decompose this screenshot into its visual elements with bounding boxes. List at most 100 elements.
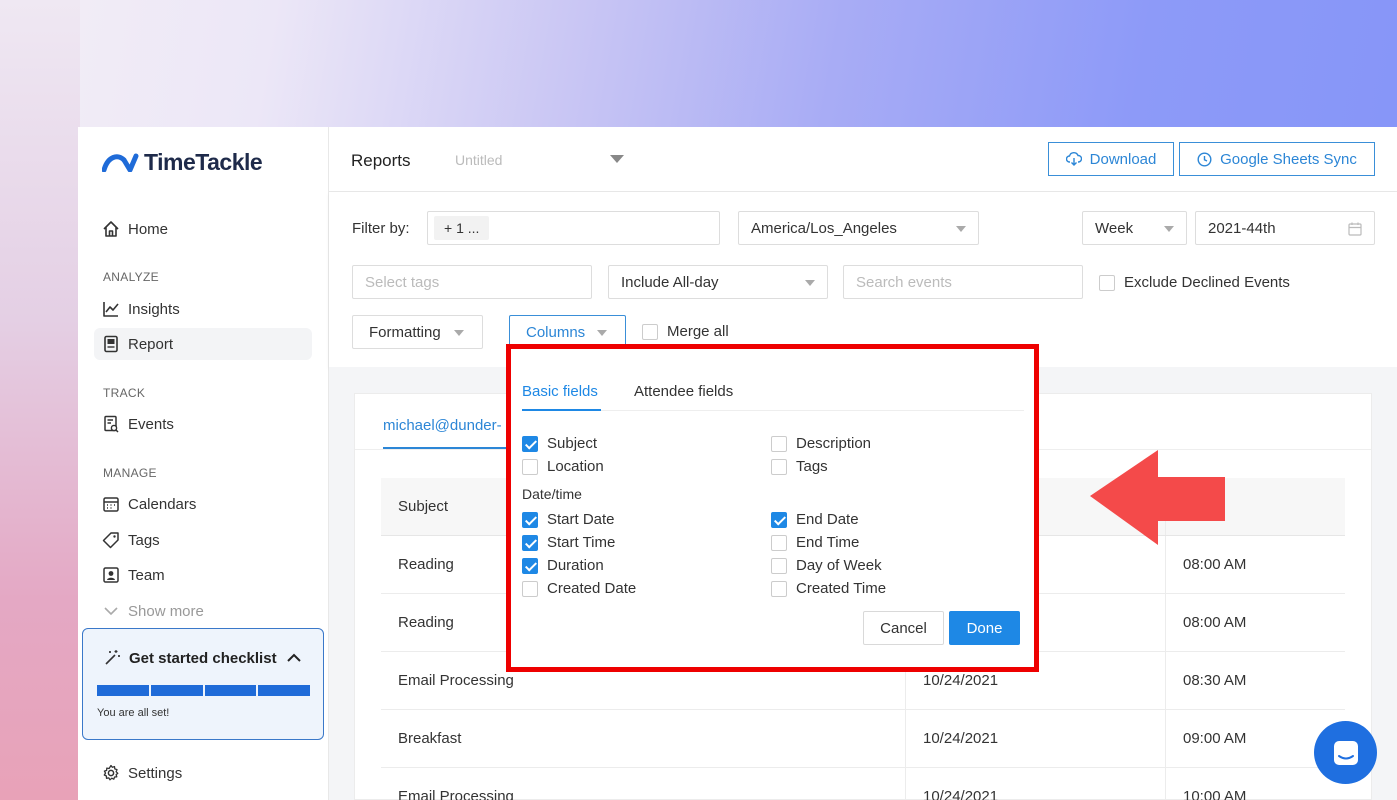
tags-placeholder: Select tags [365, 273, 440, 291]
tab-basic-fields[interactable]: Basic fields [522, 383, 598, 400]
search-events-input[interactable]: Search events [843, 265, 1083, 299]
field-day-of-week[interactable]: Day of Week [771, 557, 882, 574]
cell-subject: Email Processing [398, 788, 514, 800]
report-icon [104, 335, 118, 353]
sidebar-item-label: Tags [128, 531, 160, 549]
field-label: Start Time [547, 534, 616, 551]
chat-icon [1333, 740, 1358, 765]
checkbox[interactable] [522, 534, 538, 551]
chevron-up-icon[interactable] [285, 649, 303, 667]
field-description[interactable]: Description [771, 435, 871, 452]
checkbox[interactable] [522, 580, 538, 597]
checkbox[interactable] [522, 511, 538, 528]
field-label: Start Date [547, 511, 615, 528]
chevron-down-icon [104, 607, 118, 616]
caret-down-icon [956, 226, 966, 232]
table-row[interactable]: Breakfast 10/24/2021 09:00 AM [381, 710, 1345, 768]
brand-logo[interactable]: TimeTackle [102, 149, 263, 175]
cell-time: 10:00 AM [1165, 768, 1345, 800]
timezone-value: America/Los_Angeles [751, 219, 897, 237]
home-icon [103, 221, 119, 237]
sidebar-item-home[interactable]: Home [94, 213, 312, 245]
sidebar-item-label: Team [128, 566, 165, 584]
chat-launcher-button[interactable] [1314, 721, 1377, 784]
cell-date: 10/24/2021 [905, 710, 1165, 767]
popup-tab-underline [522, 409, 601, 411]
background-left [0, 0, 80, 800]
sidebar-item-report[interactable]: Report [94, 328, 312, 360]
checkbox[interactable] [771, 580, 787, 597]
field-label: Created Date [547, 580, 637, 597]
sidebar-item-tags[interactable]: Tags [94, 524, 312, 556]
checklist-title: Get started checklist [103, 649, 277, 667]
columns-popup: Basic fields Attendee fields Subject Des… [506, 344, 1039, 672]
merge-all-checkbox[interactable]: Merge all [642, 323, 729, 340]
field-end-date[interactable]: End Date [771, 511, 859, 528]
sidebar-item-calendars[interactable]: Calendars [94, 488, 312, 520]
caret-down-icon [805, 280, 815, 286]
user-tab[interactable]: michael@dunder- [383, 417, 502, 434]
table-row[interactable]: Email Processing 10/24/2021 10:00 AM [381, 768, 1345, 800]
sheets-sync-label: Google Sheets Sync [1220, 150, 1357, 168]
field-created-time[interactable]: Created Time [771, 580, 886, 597]
datetime-group-label: Date/time [522, 486, 582, 502]
cloud-download-icon [1065, 152, 1082, 166]
tab-attendee-fields[interactable]: Attendee fields [634, 383, 733, 400]
caret-down-icon [1164, 226, 1174, 232]
checkbox[interactable] [771, 511, 787, 528]
report-name-caret-icon[interactable] [610, 155, 624, 163]
field-end-time[interactable]: End Time [771, 534, 859, 551]
timezone-select[interactable]: America/Los_Angeles [738, 211, 979, 245]
sidebar: TimeTackle Home ANALYZE Insights Report … [78, 127, 329, 800]
field-label: Duration [547, 557, 604, 574]
checkbox[interactable] [771, 435, 787, 452]
sidebar-item-insights[interactable]: Insights [94, 293, 312, 325]
report-name-select[interactable]: Untitled [455, 152, 502, 168]
search-placeholder: Search events [856, 273, 952, 291]
tag-icon [102, 532, 119, 549]
magic-wand-icon [105, 650, 120, 665]
checkbox[interactable] [522, 435, 538, 452]
page-title: Reports [351, 151, 411, 170]
checkbox[interactable] [642, 323, 658, 340]
sidebar-show-more[interactable]: Show more [94, 595, 312, 627]
section-analyze: ANALYZE [103, 270, 159, 284]
cell-subject: Breakfast [398, 730, 462, 747]
events-icon [104, 415, 119, 433]
field-start-time[interactable]: Start Time [522, 534, 615, 551]
formatting-dropdown[interactable]: Formatting [352, 315, 483, 349]
sidebar-item-events[interactable]: Events [94, 408, 312, 440]
caret-down-icon [597, 330, 607, 336]
checkbox[interactable] [771, 557, 787, 574]
filter-field[interactable]: + 1 ... [427, 211, 720, 245]
filter-chip[interactable]: + 1 ... [434, 216, 490, 240]
field-start-date[interactable]: Start Date [522, 511, 615, 528]
field-duration[interactable]: Duration [522, 557, 604, 574]
checkbox[interactable] [522, 557, 538, 574]
field-created-date[interactable]: Created Date [522, 580, 636, 597]
field-tags[interactable]: Tags [771, 458, 828, 475]
done-button[interactable]: Done [949, 611, 1020, 645]
period-select[interactable]: Week [1082, 211, 1187, 245]
tags-select[interactable]: Select tags [352, 265, 592, 299]
period-value: Week [1095, 219, 1134, 237]
exclude-declined-checkbox[interactable]: Exclude Declined Events [1099, 274, 1290, 291]
sidebar-item-settings[interactable]: Settings [94, 757, 312, 789]
checkbox[interactable] [522, 458, 538, 475]
allday-select[interactable]: Include All-day [608, 265, 828, 299]
google-sheets-sync-button[interactable]: Google Sheets Sync [1179, 142, 1375, 176]
checkbox[interactable] [1099, 274, 1115, 291]
checkbox[interactable] [771, 458, 787, 475]
week-picker[interactable]: 2021-44th [1195, 211, 1375, 245]
gear-icon [103, 764, 119, 781]
download-button[interactable]: Download [1048, 142, 1174, 176]
field-label: Tags [796, 458, 828, 475]
get-started-checklist[interactable]: Get started checklist You are all set! [82, 628, 324, 740]
sidebar-item-team[interactable]: Team [94, 559, 312, 591]
field-subject[interactable]: Subject [522, 435, 597, 452]
arrow-left-annotation-icon [1090, 450, 1225, 545]
week-value: 2021-44th [1208, 219, 1276, 237]
checkbox[interactable] [771, 534, 787, 551]
cancel-button[interactable]: Cancel [863, 611, 944, 645]
field-location[interactable]: Location [522, 458, 604, 475]
